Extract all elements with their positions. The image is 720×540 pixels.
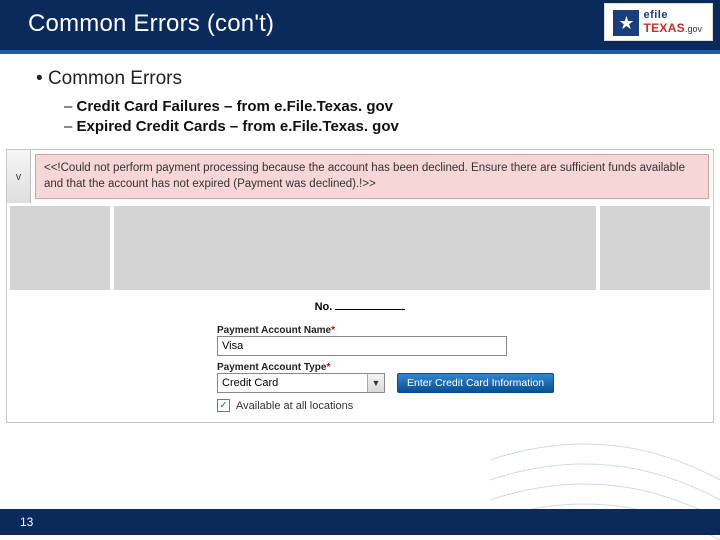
acct-type-select[interactable]: ▼ bbox=[217, 373, 385, 393]
acct-type-value[interactable] bbox=[217, 373, 367, 393]
form-row-acct-name: Payment Account Name* bbox=[217, 325, 713, 356]
checkbox-label: Available at all locations bbox=[236, 400, 353, 412]
redacted-panel bbox=[10, 206, 110, 290]
collapse-toggle[interactable]: v bbox=[7, 150, 31, 203]
error-banner: <<!Could not perform payment processing … bbox=[35, 154, 709, 199]
chevron-down-icon[interactable]: ▼ bbox=[367, 373, 385, 393]
brand-bot: .gov bbox=[685, 24, 702, 34]
acct-type-label: Payment Account Type* bbox=[217, 362, 362, 373]
payment-form: Payment Account Name* Payment Account Ty… bbox=[7, 319, 713, 422]
brand-text: efile TEXAS.gov bbox=[643, 10, 702, 35]
redacted-panels bbox=[7, 203, 713, 293]
bullet-main: Common Errors bbox=[36, 68, 684, 90]
slide-title: Common Errors (con't) bbox=[28, 10, 692, 38]
bullet-sub-2: Expired Credit Cards – from e.File.Texas… bbox=[64, 118, 684, 135]
acct-name-label: Payment Account Name* bbox=[217, 325, 362, 336]
brand-logo: ★ efile TEXAS.gov bbox=[605, 4, 712, 40]
enter-credit-card-button[interactable]: Enter Credit Card Information bbox=[397, 373, 554, 393]
slide-title-bar: Common Errors (con't) ★ efile TEXAS.gov bbox=[0, 0, 720, 54]
page-number: 13 bbox=[0, 515, 33, 529]
redacted-panel bbox=[114, 206, 596, 290]
brand-mid: TEXAS bbox=[643, 21, 685, 35]
error-row: v <<!Could not perform payment processin… bbox=[7, 150, 713, 203]
checkbox-row: ✓ Available at all locations bbox=[217, 399, 713, 412]
form-row-acct-type: Payment Account Type* ▼ Enter Credit Car… bbox=[217, 362, 713, 393]
star-icon: ★ bbox=[613, 10, 639, 36]
available-all-locations-checkbox[interactable]: ✓ bbox=[217, 399, 230, 412]
footer-bar: 13 bbox=[0, 509, 720, 535]
content-area: Common Errors Credit Card Failures – fro… bbox=[0, 54, 720, 135]
title-accent bbox=[0, 50, 720, 54]
bullet-sub-1: Credit Card Failures – from e.File.Texas… bbox=[64, 98, 684, 115]
doc-no-label: No. bbox=[315, 301, 333, 313]
embedded-screenshot: v <<!Could not perform payment processin… bbox=[6, 149, 714, 423]
doc-no-blank bbox=[335, 309, 405, 310]
redacted-panel bbox=[600, 206, 710, 290]
document-number-line: No. bbox=[7, 293, 713, 319]
acct-name-input[interactable] bbox=[217, 336, 507, 356]
